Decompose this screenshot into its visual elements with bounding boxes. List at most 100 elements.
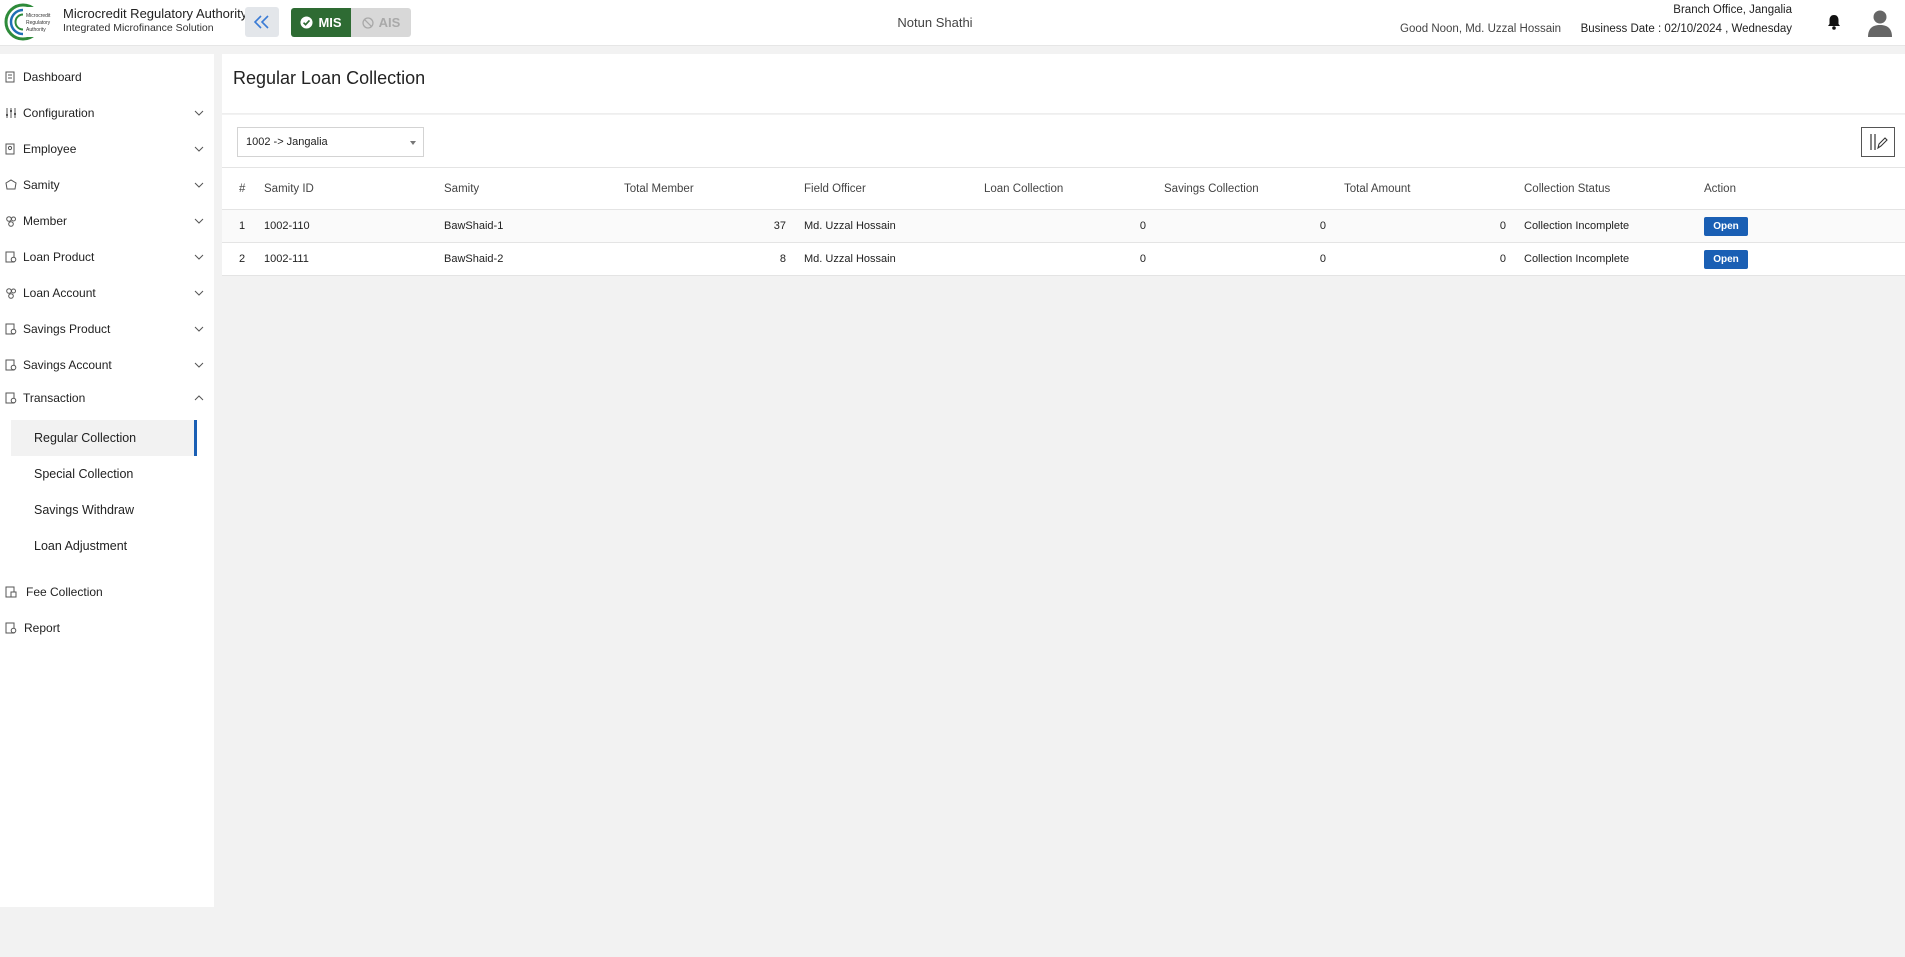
- cell-total-amount: 0: [1344, 242, 1524, 276]
- sidebar-subitem-loan-adjustment[interactable]: Loan Adjustment: [11, 528, 197, 564]
- sidebar-item-label: Samity: [23, 178, 60, 192]
- sidebar-item-label: Configuration: [23, 106, 95, 120]
- sidebar-item-employee[interactable]: Employee: [0, 135, 214, 163]
- mode-switch: MIS AIS: [291, 8, 411, 37]
- savings-account-icon: [5, 359, 17, 371]
- top-header: Microcredit Regulatory Authority Microcr…: [0, 0, 1905, 46]
- sidebar-item-loan-product[interactable]: Loan Product: [0, 243, 214, 271]
- samity-icon: [5, 179, 17, 190]
- caret-down-icon: [410, 141, 416, 145]
- chevron-down-icon: [194, 182, 204, 188]
- sidebar-subitem-label: Savings Withdraw: [34, 503, 135, 517]
- chevron-down-icon: [194, 290, 204, 296]
- col-header-field-officer: Field Officer: [804, 167, 984, 210]
- filter-toolbar: 1002 -> Jangalia: [222, 115, 1905, 169]
- report-icon: [5, 622, 17, 634]
- sidebar-item-fee-collection[interactable]: Fee Collection: [0, 578, 214, 606]
- sidebar-item-label: Loan Product: [23, 250, 95, 264]
- col-header-total-member: Total Member: [624, 167, 804, 210]
- sidebar-item-loan-account[interactable]: Loan Account: [0, 279, 214, 307]
- col-header-samity: Samity: [444, 167, 624, 210]
- table-header-row: # Samity ID Samity Total Member Field Of…: [222, 167, 1905, 210]
- sidebar-item-dashboard[interactable]: Dashboard: [0, 63, 214, 91]
- col-header-loan-collection: Loan Collection: [984, 167, 1164, 210]
- user-avatar-icon[interactable]: [1866, 8, 1894, 38]
- dashboard-icon: [5, 71, 15, 83]
- sidebar-item-label: Report: [24, 621, 61, 635]
- cell-savings-collection: 0: [1164, 242, 1344, 276]
- mode-ais-button[interactable]: AIS: [351, 8, 411, 37]
- chevron-down-icon: [194, 326, 204, 332]
- col-header-total-amount: Total Amount: [1344, 167, 1524, 210]
- cell-index: 1: [222, 209, 264, 243]
- cell-total-member: 8: [624, 242, 804, 276]
- business-date: Business Date : 02/10/2024 , Wednesday: [1580, 23, 1792, 35]
- sidebar-item-configuration[interactable]: Configuration: [0, 99, 214, 127]
- sidebar-item-savings-account[interactable]: Savings Account: [0, 351, 214, 379]
- table-row: 2 1002-111 BawShaid-2 8 Md. Uzzal Hossai…: [222, 242, 1905, 276]
- sidebar-item-member[interactable]: Member: [0, 207, 214, 235]
- sidebar-subitem-regular-collection[interactable]: Regular Collection: [11, 420, 197, 456]
- cell-field-officer: Md. Uzzal Hossain: [804, 209, 984, 243]
- sidebar-subitem-label: Special Collection: [34, 467, 134, 481]
- sidebar-item-label: Member: [23, 214, 68, 228]
- col-header-index: #: [222, 167, 264, 210]
- branch-select-value: 1002 -> Jangalia: [246, 136, 328, 148]
- check-circle-icon: [300, 16, 313, 29]
- sidebar-item-label: Fee Collection: [26, 585, 103, 599]
- table-row: 1 1002-110 BawShaid-1 37 Md. Uzzal Hossa…: [222, 209, 1905, 243]
- svg-text:Microcredit: Microcredit: [26, 13, 51, 19]
- mra-logo: Microcredit Regulatory Authority: [4, 3, 56, 41]
- open-button[interactable]: Open: [1704, 249, 1748, 269]
- cell-field-officer: Md. Uzzal Hossain: [804, 242, 984, 276]
- bell-icon[interactable]: [1825, 13, 1843, 31]
- cell-samity-id: 1002-111: [264, 242, 444, 276]
- cell-action: Open: [1704, 209, 1905, 243]
- mode-ais-label: AIS: [378, 15, 401, 30]
- sidebar-subitem-savings-withdraw[interactable]: Savings Withdraw: [11, 492, 197, 528]
- organization-name: Notun Shathi: [897, 15, 973, 30]
- main-content: Regular Loan Collection 1002 -> Jangalia…: [222, 54, 1905, 957]
- sidebar-item-savings-product[interactable]: Savings Product: [0, 315, 214, 343]
- open-button[interactable]: Open: [1704, 216, 1748, 236]
- page-title-bar: Regular Loan Collection: [222, 54, 1905, 114]
- svg-text:Regulatory: Regulatory: [26, 20, 51, 26]
- transaction-icon: [5, 392, 17, 404]
- cell-loan-collection: 0: [984, 242, 1164, 276]
- sliders-icon: [6, 108, 16, 118]
- member-icon: [6, 216, 16, 227]
- sidebar-item-label: Dashboard: [23, 70, 82, 84]
- col-header-action: Action: [1704, 167, 1905, 210]
- sidebar-collapse-button[interactable]: [245, 7, 279, 37]
- sidebar-item-label: Loan Account: [23, 286, 96, 300]
- loan-account-icon: [6, 288, 16, 299]
- chevron-up-icon: [194, 395, 204, 401]
- sidebar-item-label: Employee: [23, 142, 77, 156]
- ban-icon: [362, 16, 374, 29]
- cell-total-member: 37: [624, 209, 804, 243]
- brand-subtitle: Integrated Microfinance Solution: [63, 22, 214, 34]
- mode-mis-button[interactable]: MIS: [291, 8, 351, 37]
- sidebar-item-transaction[interactable]: Transaction: [0, 384, 214, 412]
- cell-loan-collection: 0: [984, 209, 1164, 243]
- mode-mis-label: MIS: [318, 15, 342, 30]
- employee-icon: [5, 143, 15, 155]
- cell-action: Open: [1704, 242, 1905, 276]
- branch-select[interactable]: 1002 -> Jangalia: [237, 127, 424, 157]
- column-edit-button[interactable]: [1861, 127, 1895, 157]
- chevron-down-icon: [194, 110, 204, 116]
- edit-columns-icon: [1870, 134, 1888, 150]
- page-title: Regular Loan Collection: [233, 68, 426, 88]
- cell-savings-collection: 0: [1164, 209, 1344, 243]
- cell-index: 2: [222, 242, 264, 276]
- col-header-samity-id: Samity ID: [264, 167, 444, 210]
- user-greeting: Good Noon, Md. Uzzal Hossain: [1400, 23, 1562, 35]
- branch-office: Branch Office, Jangalia: [1673, 4, 1792, 16]
- sidebar-item-report[interactable]: Report: [0, 614, 214, 642]
- sidebar-item-label: Savings Product: [23, 322, 111, 336]
- sidebar-subitem-special-collection[interactable]: Special Collection: [11, 456, 197, 492]
- cell-samity: BawShaid-2: [444, 242, 624, 276]
- sidebar-item-samity[interactable]: Samity: [0, 171, 214, 199]
- sidebar-item-label: Savings Account: [23, 358, 112, 372]
- chevron-down-icon: [194, 254, 204, 260]
